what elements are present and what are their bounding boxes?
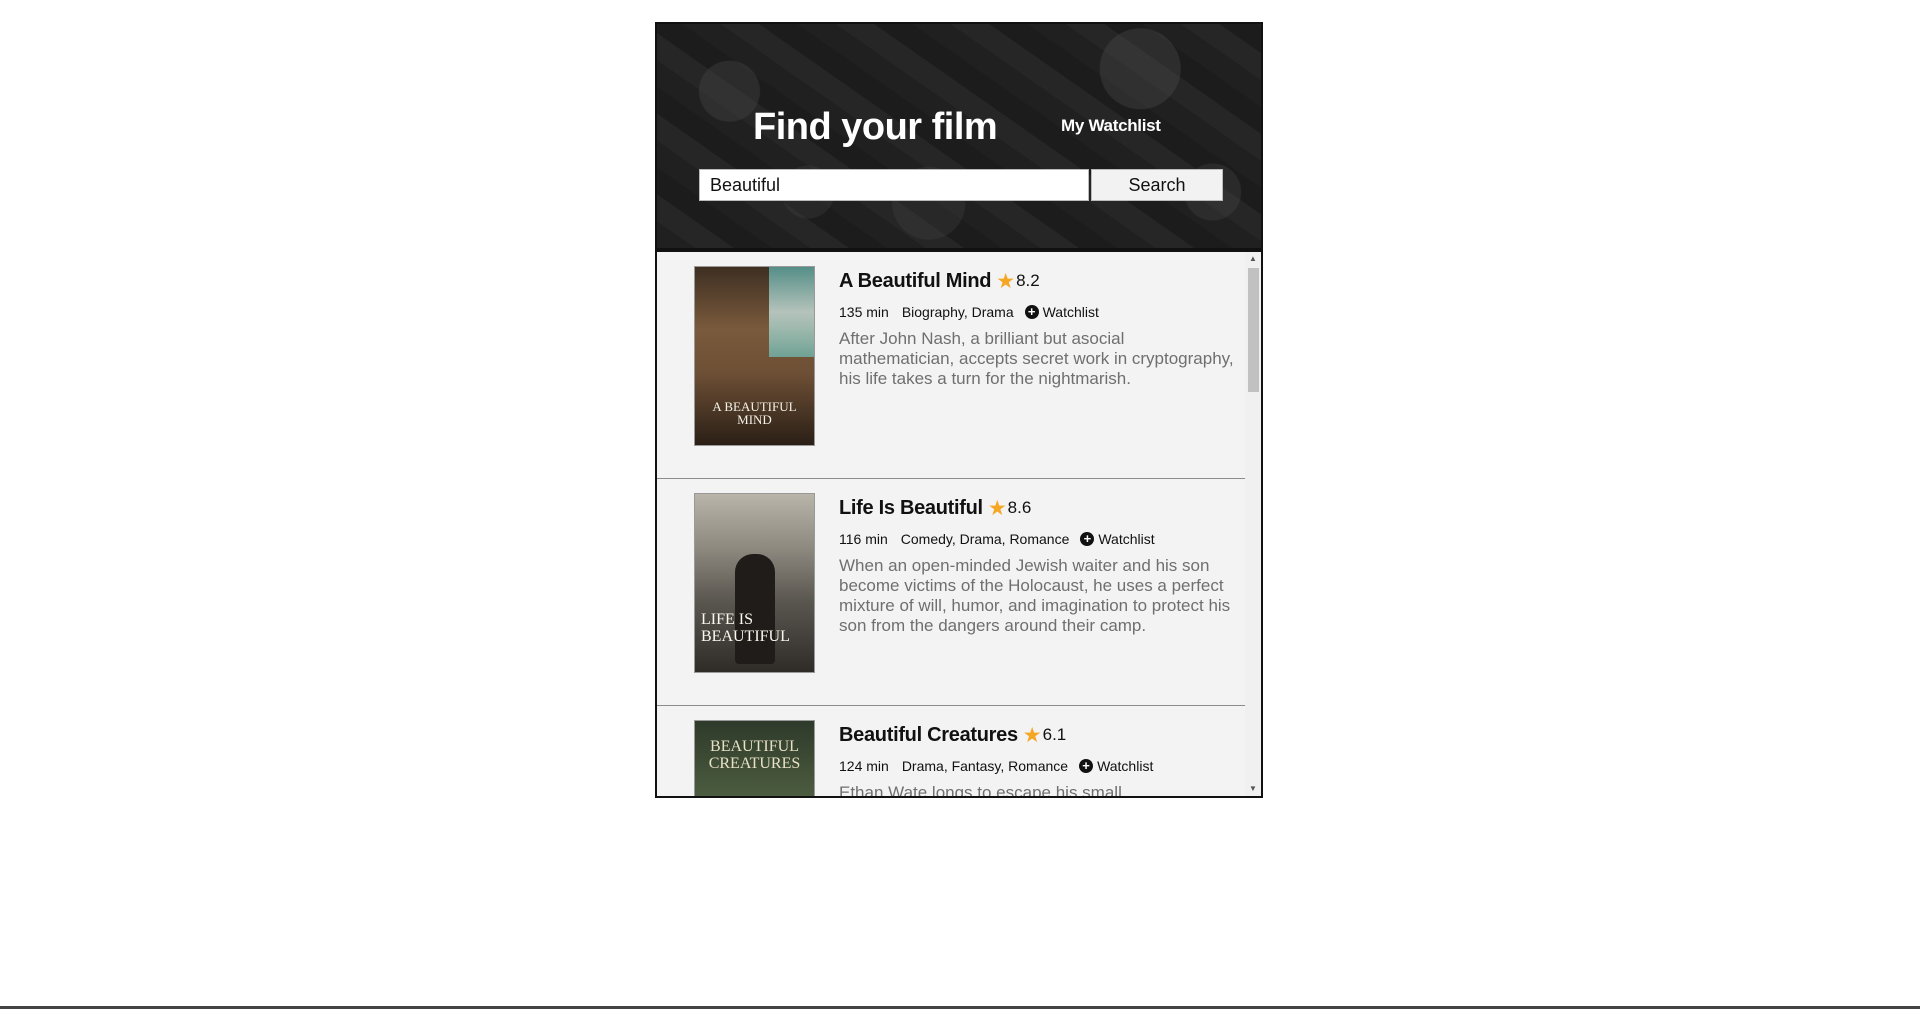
movie-runtime: 135 min (839, 304, 889, 320)
poster-caption: BEAUTIFUL CREATURES (708, 738, 801, 772)
star-icon: ★ (987, 496, 1007, 520)
movie-title: Beautiful Creatures (839, 723, 1018, 746)
my-watchlist-link[interactable]: My Watchlist (1061, 116, 1161, 136)
page-title: Find your film (753, 106, 998, 148)
star-icon: ★ (996, 269, 1016, 293)
result-item: A BEAUTIFUL MIND A Beautiful Mind ★ 8.2 … (657, 252, 1245, 479)
results-scrollbar[interactable]: ▲ ▼ (1245, 252, 1261, 796)
film-search-app: Find your film My Watchlist Search A BEA… (655, 22, 1263, 798)
movie-rating: 8.2 (1016, 271, 1040, 290)
movie-plot: After John Nash, a brilliant but asocial… (839, 329, 1234, 388)
movie-meta: 124 min Drama, Fantasy, Romance + Watchl… (839, 755, 1234, 777)
chevron-down-icon[interactable]: ▼ (1245, 782, 1261, 796)
search-button[interactable]: Search (1091, 169, 1223, 201)
movie-info: Life Is Beautiful ★ 8.6 116 min Comedy, … (839, 493, 1234, 636)
movie-meta: 135 min Biography, Drama + Watchlist (839, 301, 1234, 323)
movie-poster[interactable]: LIFE IS BEAUTIFUL (694, 493, 815, 673)
add-to-watchlist-button[interactable]: + Watchlist (1080, 531, 1155, 547)
movie-genres: Comedy, Drama, Romance (900, 531, 1070, 547)
movie-genres: Drama, Fantasy, Romance (901, 758, 1069, 774)
movie-runtime: 124 min (839, 758, 889, 774)
movie-poster[interactable]: BEAUTIFUL CREATURES (694, 720, 815, 796)
result-item: LIFE IS BEAUTIFUL Life Is Beautiful ★ 8.… (657, 479, 1245, 706)
movie-info: Beautiful Creatures ★ 6.1 124 min Drama,… (839, 720, 1234, 797)
header-banner: Find your film My Watchlist Search (657, 24, 1261, 252)
result-item: BEAUTIFUL CREATURES Beautiful Creatures … (657, 706, 1245, 796)
movie-title: A Beautiful Mind (839, 269, 992, 292)
scrollbar-thumb[interactable] (1248, 268, 1259, 392)
movie-runtime: 116 min (839, 531, 888, 547)
watchlist-label: Watchlist (1042, 304, 1099, 320)
search-input[interactable] (699, 169, 1089, 201)
movie-poster[interactable]: A BEAUTIFUL MIND (694, 266, 815, 446)
poster-caption: A BEAUTIFUL MIND (712, 398, 797, 428)
watchlist-label: Watchlist (1097, 758, 1154, 774)
movie-plot: Ethan Wate longs to escape his small (839, 783, 1122, 796)
plus-circle-icon: + (1080, 532, 1095, 546)
results-list[interactable]: A BEAUTIFUL MIND A Beautiful Mind ★ 8.2 … (657, 252, 1261, 796)
add-to-watchlist-button[interactable]: + Watchlist (1024, 304, 1099, 320)
movie-rating: 6.1 (1042, 725, 1067, 744)
watchlist-label: Watchlist (1098, 531, 1155, 547)
movie-title-line: Life Is Beautiful ★ 8.6 (839, 493, 1234, 523)
chevron-up-icon[interactable]: ▲ (1245, 252, 1261, 266)
movie-plot: When an open-minded Jewish waiter and hi… (839, 556, 1231, 635)
star-icon: ★ (1022, 723, 1042, 747)
poster-caption: LIFE IS BEAUTIFUL (701, 611, 790, 646)
movie-title-line: A Beautiful Mind ★ 8.2 (839, 266, 1234, 296)
movie-genres: Biography, Drama (901, 304, 1014, 320)
plus-circle-icon: + (1079, 759, 1094, 773)
add-to-watchlist-button[interactable]: + Watchlist (1079, 758, 1153, 774)
plus-circle-icon: + (1024, 305, 1039, 319)
movie-info: A Beautiful Mind ★ 8.2 135 min Biography… (839, 266, 1234, 389)
movie-rating: 8.6 (1007, 498, 1032, 517)
movie-title-line: Beautiful Creatures ★ 6.1 (839, 720, 1234, 750)
search-bar: Search (699, 169, 1223, 201)
movie-meta: 116 min Comedy, Drama, Romance + Watchli… (839, 528, 1234, 550)
movie-title: Life Is Beautiful (839, 496, 983, 519)
